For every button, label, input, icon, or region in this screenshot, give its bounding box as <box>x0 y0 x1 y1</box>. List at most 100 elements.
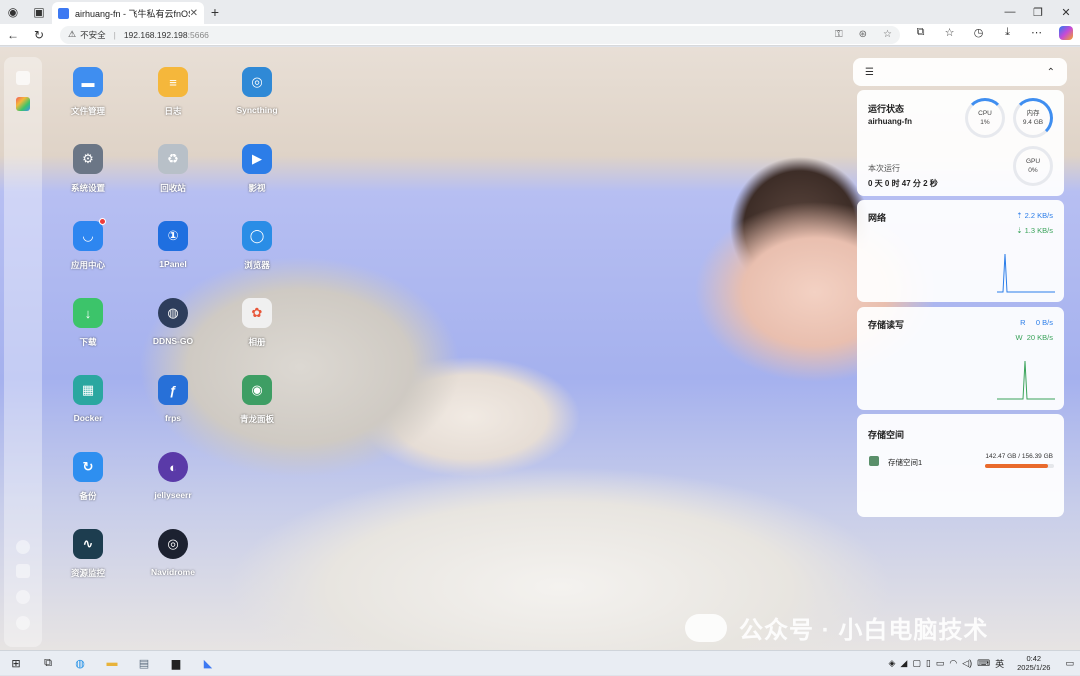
edge-icon[interactable]: ◍ <box>64 651 96 676</box>
desktop-app[interactable]: ƒ frps <box>133 375 213 423</box>
gpu-value: 0% <box>1028 167 1038 174</box>
password-key-icon[interactable]: ⚿ <box>835 29 843 40</box>
task-view-icon[interactable]: ⧉ <box>32 651 64 676</box>
desktop-app[interactable]: ∿ 资源监控 <box>48 529 128 579</box>
tray-display-icon[interactable]: ▭ <box>936 658 945 669</box>
copilot-icon[interactable] <box>1051 26 1080 43</box>
watermark-text: 公众号 · 小白电脑技术 <box>739 617 989 644</box>
download-rate: 1.3 KB/s <box>1024 226 1053 235</box>
url-port: :5666 <box>187 29 209 40</box>
tab-bar: ◉ ▣ airhuang-fn - 飞牛私有云fnOS ✕ + — ❐ ✕ <box>0 0 1080 24</box>
desktop-app[interactable]: ≡ 日志 <box>133 67 213 117</box>
desktop-app[interactable]: ◐ jellyseerr <box>133 452 213 500</box>
app-label: 相册 <box>248 337 266 347</box>
collapse-icon[interactable]: ⌃ <box>1047 67 1055 78</box>
minimize-icon[interactable]: — <box>996 6 1024 19</box>
upload-rate: 2.2 KB/s <box>1024 211 1053 220</box>
network-title: 网络 <box>868 213 887 223</box>
app-label: 1Panel <box>159 259 187 269</box>
status-title: 运行状态 <box>868 104 905 114</box>
fnos-desktop: ▬ 文件管理 ≡ 日志 ◎ Syncthing ⚙ 系统设置 ♻ 回收站 ▶ 影视 ◡ 应用中心 ① 1Pan… <box>0 47 1080 650</box>
desktop-app[interactable]: ⚙ 系统设置 <box>48 144 128 194</box>
app-label: 日志 <box>164 106 182 116</box>
gpu-gauge: GPU 0% <box>1013 146 1053 186</box>
warning-icon: ⚠ <box>68 29 77 39</box>
user-icon[interactable] <box>16 590 30 604</box>
tab-actions-icon[interactable]: ▣ <box>26 0 52 24</box>
history-icon[interactable]: ◷ <box>964 26 993 43</box>
window-controls: — ❐ ✕ <box>996 6 1080 19</box>
desktop-app[interactable]: ◡ 应用中心 <box>48 218 128 271</box>
desktop-app[interactable]: ▦ Docker <box>48 375 128 423</box>
extensions-icon[interactable]: ⧉ <box>906 26 935 43</box>
tray-battery-icon[interactable]: ▯ <box>926 658 931 669</box>
app-label: Syncthing <box>236 105 278 115</box>
widget-settings-icon[interactable]: ☰ <box>865 67 874 78</box>
theme-icon[interactable] <box>16 540 30 554</box>
volume-icon[interactable]: ◁) <box>962 658 972 669</box>
widget-panel: ☰ ⌃ 运行状态 airhuang-fn 本次运行 0 天 0 时 47 分 2… <box>853 58 1067 520</box>
read-label: R <box>1020 318 1026 327</box>
notification-center-icon[interactable]: ▭ <box>1065 658 1074 669</box>
desktop-app[interactable]: ▶ 影视 <box>217 144 297 194</box>
wifi-icon[interactable]: ◠ <box>949 658 957 669</box>
app-store-icon: ◡ <box>73 218 106 251</box>
url-divider: | <box>113 29 116 40</box>
favorite-star-icon[interactable]: ☆ <box>883 29 892 40</box>
power-icon[interactable] <box>16 616 30 630</box>
photos-icon: ✿ <box>242 298 272 328</box>
reload-icon[interactable]: ↻ <box>26 28 52 42</box>
desktop-view-icon[interactable] <box>16 71 30 85</box>
storage-io-title: 存储读写 <box>868 320 905 330</box>
app-label: 资源监控 <box>70 568 105 578</box>
desktop-app[interactable]: ✿ 相册 <box>217 298 297 348</box>
profile-icon[interactable]: ◉ <box>0 0 26 24</box>
tray-app-icon[interactable]: ◈ <box>888 658 895 669</box>
desktop-app[interactable]: ◯ 浏览器 <box>217 221 297 271</box>
ime-indicator[interactable]: 英 <box>995 657 1004 670</box>
notification-icon[interactable] <box>16 564 30 578</box>
file-explorer-icon[interactable]: ▬ <box>96 651 128 676</box>
desktop-app[interactable]: ◉ 青龙面板 <box>217 375 297 425</box>
terminal-icon[interactable]: ▆ <box>160 651 192 676</box>
network-download: ⇣ 1.3 KB/s <box>1016 226 1053 235</box>
tray-network-icon[interactable]: ◢ <box>900 658 907 669</box>
windows-taskbar: ⊞ ⧉ ◍ ▬ ▤ ▆ ◣ ◈ ◢ ▢ ▯ ▭ ◠ ◁) ⌨ 英 0:42 20… <box>0 650 1080 675</box>
start-icon[interactable]: ⊞ <box>0 651 32 676</box>
desktop-app[interactable]: ◍ DDNS-GO <box>133 298 213 346</box>
app-launcher-icon[interactable] <box>16 97 30 111</box>
folder-icon: ▬ <box>73 67 103 97</box>
gpu-label: GPU <box>1025 157 1041 165</box>
desktop-app[interactable]: ↻ 备份 <box>48 452 128 502</box>
fnos-app-icon[interactable]: ◣ <box>192 651 224 676</box>
desktop-app[interactable]: ↓ 下载 <box>48 298 128 348</box>
desktop-app[interactable]: ◎ Navidrome <box>133 529 213 577</box>
url-field[interactable]: ⚠ 不安全 | 192.168.192.198:5666 ⚿ ⊛ ☆ <box>60 25 900 44</box>
close-tab-icon[interactable]: ✕ <box>190 8 198 19</box>
frps-icon: ƒ <box>158 375 188 405</box>
desktop-sidebar <box>4 57 42 647</box>
more-menu-icon[interactable]: ⋯ <box>1022 26 1051 43</box>
desktop-app[interactable]: ◎ Syncthing <box>217 67 297 115</box>
insecure-label: 不安全 <box>80 29 106 40</box>
browser-tab[interactable]: airhuang-fn - 飞牛私有云fnOS ✕ <box>52 2 204 24</box>
write-value: 20 KB/s <box>1026 333 1053 342</box>
app-label: Navidrome <box>151 567 195 577</box>
tray-copy-icon[interactable]: ▢ <box>912 658 921 669</box>
restore-icon[interactable]: ❐ <box>1024 6 1052 19</box>
new-tab-button[interactable]: + <box>204 4 226 20</box>
cpu-gauge: CPU 1% <box>965 98 1005 138</box>
downloads-icon[interactable]: ⤓ <box>993 26 1022 43</box>
keyboard-icon[interactable]: ⌨ <box>977 658 990 669</box>
browser-icon: ◯ <box>242 221 272 251</box>
translate-icon[interactable]: ⊛ <box>859 29 867 40</box>
favorites-icon[interactable]: ☆ <box>935 26 964 43</box>
close-window-icon[interactable]: ✕ <box>1052 6 1080 19</box>
remote-desktop-icon[interactable]: ▤ <box>128 651 160 676</box>
desktop-app[interactable]: ♻ 回收站 <box>133 144 213 194</box>
back-icon[interactable]: ← <box>0 28 26 42</box>
storage-io-sparkline <box>997 360 1055 400</box>
clock[interactable]: 0:42 2025/1/26 <box>1017 654 1050 673</box>
desktop-app[interactable]: ① 1Panel <box>133 221 213 269</box>
desktop-app[interactable]: ▬ 文件管理 <box>48 67 128 117</box>
